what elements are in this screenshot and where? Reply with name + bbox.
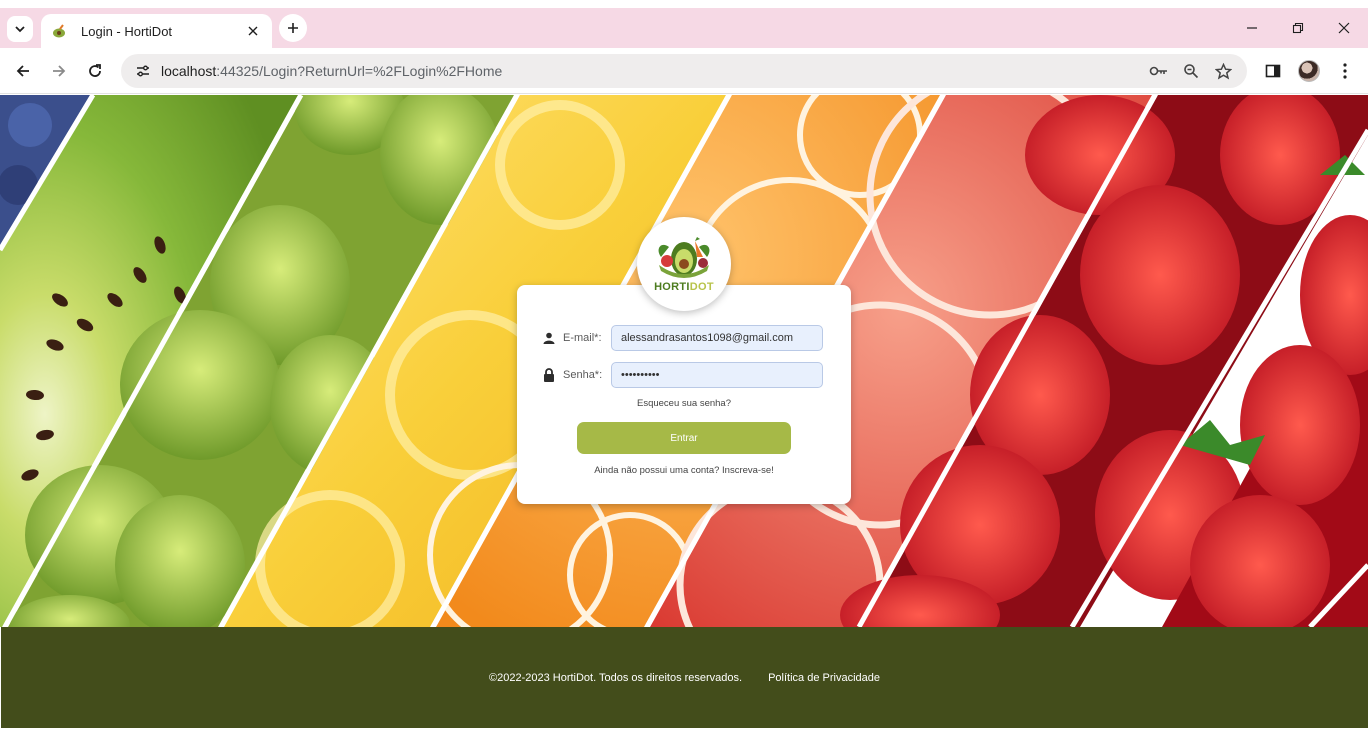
back-icon — [16, 65, 29, 77]
profile-button[interactable] — [1295, 57, 1323, 85]
back-button[interactable] — [9, 57, 37, 85]
close-window-icon — [1338, 22, 1350, 34]
brand-wordmark: HORTIDOT — [654, 281, 714, 293]
minimize-button[interactable] — [1238, 14, 1266, 42]
more-icon — [1343, 63, 1347, 79]
url-host: localhost — [161, 63, 217, 79]
email-row: E-mail*: — [541, 325, 823, 351]
tab-strip: Login - HortiDot — [0, 8, 1368, 48]
page-footer: ©2022-2023 HortiDot. Todos os direitos r… — [1, 627, 1368, 728]
login-card: E-mail*: Senha*: Esqueceu sua senha? Ent… — [517, 285, 851, 504]
forgot-password-link[interactable]: Esqueceu sua senha? — [517, 398, 851, 409]
tab-search-button[interactable] — [7, 16, 33, 42]
tab-close-button[interactable] — [244, 22, 262, 40]
password-row: Senha*: — [541, 362, 823, 388]
url-text: localhost:44325/Login?ReturnUrl=%2FLogin… — [161, 63, 1247, 79]
side-panel-icon — [1265, 64, 1281, 78]
page-content: E-mail*: Senha*: Esqueceu sua senha? Ent… — [0, 95, 1368, 729]
email-label: E-mail*: — [563, 332, 602, 344]
reload-button[interactable] — [81, 57, 109, 85]
side-panel-button[interactable] — [1259, 57, 1287, 85]
plus-icon — [288, 23, 298, 33]
hortidot-favicon-icon — [53, 24, 65, 38]
user-icon — [541, 330, 557, 346]
browser-toolbar: localhost:44325/Login?ReturnUrl=%2FLogin… — [0, 48, 1368, 94]
new-tab-button[interactable] — [279, 14, 307, 42]
close-icon — [248, 26, 258, 36]
address-bar[interactable]: localhost:44325/Login?ReturnUrl=%2FLogin… — [121, 54, 1247, 88]
password-label: Senha*: — [563, 369, 603, 381]
key-icon[interactable] — [1147, 59, 1171, 83]
restore-icon — [1292, 22, 1304, 34]
close-window-button[interactable] — [1330, 14, 1358, 42]
tab-title: Login - HortiDot — [81, 23, 173, 39]
site-info-icon[interactable] — [131, 59, 155, 83]
chevron-down-icon — [15, 26, 25, 33]
reload-icon — [89, 64, 101, 77]
minimize-icon — [1247, 27, 1257, 29]
forward-icon — [53, 65, 66, 77]
login-button[interactable]: Entrar — [577, 422, 791, 454]
forward-button[interactable] — [45, 57, 73, 85]
url-path: :44325/Login?ReturnUrl=%2FLogin%2FHome — [216, 63, 503, 79]
brand-part-1: HORTI — [654, 281, 690, 293]
email-field[interactable] — [611, 325, 823, 351]
avatar — [1298, 60, 1320, 82]
zoom-icon[interactable] — [1179, 59, 1203, 83]
brand-part-2: DOT — [689, 281, 714, 293]
vegetable-basket-icon — [658, 237, 710, 278]
signup-link[interactable]: Ainda não possui uma conta? Inscreva-se! — [517, 465, 851, 476]
more-menu-button[interactable] — [1331, 57, 1359, 85]
lock-icon — [541, 367, 557, 383]
privacy-policy-link[interactable]: Política de Privacidade — [768, 672, 880, 684]
browser-tab[interactable]: Login - HortiDot — [41, 14, 272, 48]
star-icon[interactable] — [1211, 59, 1235, 83]
hortidot-logo: HORTIDOT — [637, 217, 731, 311]
copyright-text: ©2022-2023 HortiDot. Todos os direitos r… — [489, 671, 743, 684]
restore-button[interactable] — [1284, 14, 1312, 42]
password-field[interactable] — [611, 362, 823, 388]
